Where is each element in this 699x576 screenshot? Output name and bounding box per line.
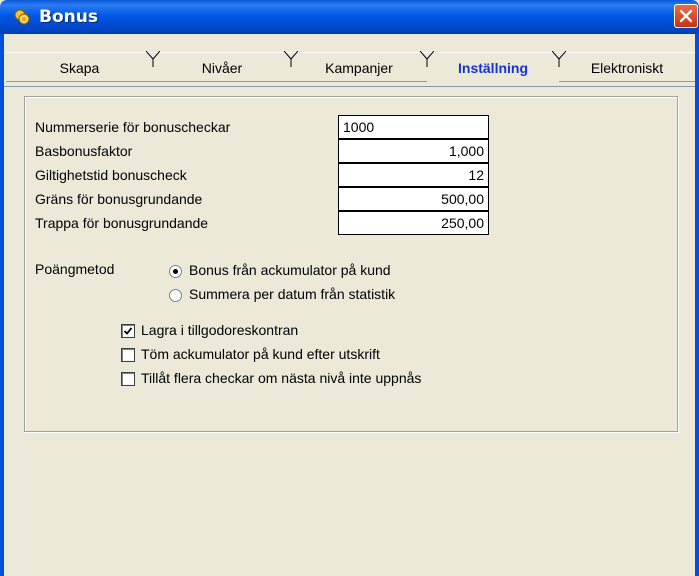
giltighetstid-input[interactable]: 12 [338,163,489,187]
close-button[interactable] [674,4,698,28]
field-label-giltighetstid: Giltighetstid bonuscheck [35,167,187,183]
checkbox-lagra-tillgodo[interactable] [121,324,135,338]
radio-label-summera-per-datum[interactable]: Summera per datum från statistik [189,286,395,302]
tab-label: Nivåer [201,60,243,76]
tab-strip: Skapa Nivåer Kampanjer Inställning Elekt… [4,51,695,86]
tab-label: Elektroniskt [590,60,664,76]
bonus-window: Bonus Skapa Nivåer Kampanjer Inställning… [0,0,699,576]
checkbox-tillat-flera[interactable] [121,372,135,386]
tab-installning[interactable]: Inställning [427,52,559,86]
trappa-input[interactable]: 250,00 [338,211,489,235]
tab-label: Skapa [59,60,100,76]
field-label-basbonusfaktor: Basbonusfaktor [35,143,133,159]
field-label-grans: Gräns för bonusgrundande [35,191,203,207]
nummerserie-input[interactable]: 1000 [338,115,489,139]
field-label-trappa: Trappa för bonusgrundande [35,215,209,231]
tab-elektroniskt[interactable]: Elektroniskt [559,52,695,82]
window-title: Bonus [39,7,98,27]
title-bar[interactable]: Bonus [0,0,699,34]
checkbox-label-tom-ackumulator[interactable]: Töm ackumulator på kund efter utskrift [141,346,380,362]
bonus-coins-icon [14,9,30,25]
right-window-border [695,34,699,576]
tab-separator [146,51,160,67]
close-icon [679,9,693,23]
tab-separator [284,51,298,67]
tab-separator [420,51,434,67]
tab-skapa[interactable]: Skapa [6,52,153,82]
tab-label: Inställning [458,60,528,76]
radio-bonus-ackumulator[interactable] [169,265,182,278]
checkbox-label-tillat-flera[interactable]: Tillåt flera checkar om nästa nivå inte … [141,370,421,386]
checkbox-tom-ackumulator[interactable] [121,348,135,362]
radio-summera-per-datum[interactable] [169,289,182,302]
field-label-nummerserie: Nummerserie för bonuscheckar [35,119,231,135]
tab-separator [552,51,566,67]
tab-label: Kampanjer [325,60,393,76]
tab-nivaer[interactable]: Nivåer [153,52,291,82]
basbonusfaktor-input[interactable]: 1,000 [338,139,489,163]
tab-kampanjer[interactable]: Kampanjer [291,52,427,82]
radio-selected-dot [173,269,178,274]
radio-label-bonus-ackumulator[interactable]: Bonus från ackumulator på kund [189,262,391,278]
checkmark-icon [123,327,133,335]
grans-input[interactable]: 500,00 [338,187,489,211]
point-method-label: Poängmetod [35,261,115,277]
checkbox-label-lagra-tillgodo[interactable]: Lagra i tillgodoreskontran [141,322,298,338]
